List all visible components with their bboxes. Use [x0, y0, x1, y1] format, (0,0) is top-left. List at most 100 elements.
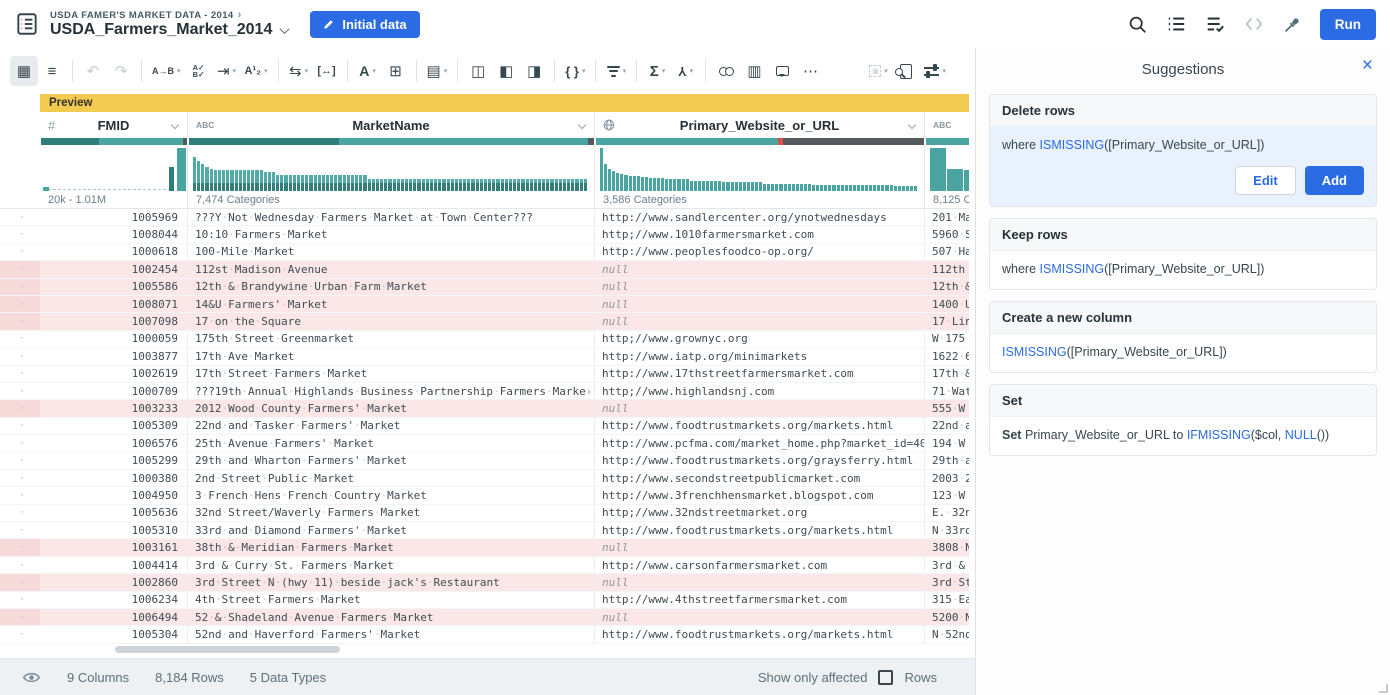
url-cell[interactable]: http://www.foodtrustmarkets.org/markets.… [595, 418, 925, 434]
split-column-button[interactable]: ⇆▾ [285, 56, 313, 86]
market-name-cell[interactable]: 12th·&·Brandywine·Urban·Farm·Market [188, 279, 595, 295]
market-name-cell[interactable]: 3rd·Street·N·(hwy·11)·beside·jack's·Rest… [188, 574, 595, 590]
market-name-cell[interactable]: 25th·Avenue·Farmers'·Market [188, 435, 595, 451]
column-header-Primary_Website_or_URL[interactable]: Primary_Website_or_URL [595, 112, 925, 138]
quality-bar[interactable] [188, 138, 595, 145]
histogram[interactable] [595, 145, 925, 192]
address-cell[interactable]: 2003·2 [925, 470, 969, 486]
union-button[interactable] [712, 56, 740, 86]
address-cell[interactable]: 507·Ha [925, 244, 969, 260]
search-icon[interactable] [1128, 15, 1147, 34]
fmid-cell[interactable]: 1004414 [40, 557, 188, 573]
url-cell[interactable]: http://www.carsonfarmersmarket.com [595, 557, 925, 573]
url-cell[interactable]: http://www.foodtrustmarkets.org/markets.… [595, 626, 925, 642]
fmid-cell[interactable]: 1002619 [40, 366, 188, 382]
recipe-list-icon[interactable] [1166, 14, 1186, 34]
redo-button[interactable]: ↷ [107, 56, 135, 86]
url-cell[interactable]: http://www.pcfma.com/market_home.php?mar… [595, 435, 925, 451]
market-name-cell[interactable]: ???19th·Annual·Highlands·Business·Partne… [188, 383, 595, 399]
fmid-cell[interactable]: 1005310 [40, 522, 188, 538]
url-cell[interactable]: null [595, 574, 925, 590]
url-cell[interactable]: http://www.foodtrustmarkets.org/markets.… [595, 522, 925, 538]
grid-view-button[interactable]: ▦ [10, 56, 38, 86]
fmid-cell[interactable]: 1006234 [40, 592, 188, 608]
fmid-cell[interactable]: 1006494 [40, 609, 188, 625]
quality-bar[interactable] [40, 138, 188, 145]
market-name-cell[interactable]: 2012·Wood·County·Farmers'·Market [188, 400, 595, 416]
market-name-cell[interactable]: 38th·&·Meridian·Farmers·Market [188, 539, 595, 555]
address-cell[interactable]: 555·W [925, 400, 969, 416]
address-cell[interactable]: 194·W [925, 435, 969, 451]
url-cell[interactable]: http://www.4thstreetfarmersmarket.com [595, 592, 925, 608]
histogram[interactable] [925, 145, 969, 192]
market-name-cell[interactable]: 10:10·Farmers·Market [188, 226, 595, 242]
fmid-cell[interactable]: 1003233 [40, 400, 188, 416]
fmid-cell[interactable]: 1008044 [40, 226, 188, 242]
address-cell[interactable]: 3rd·& [925, 557, 969, 573]
horizontal-scrollbar[interactable] [0, 644, 969, 656]
market-name-cell[interactable]: 112st·Madison·Avenue [188, 261, 595, 277]
address-cell[interactable]: 315·Ea [925, 592, 969, 608]
suggestion-card-set[interactable]: SetSet Primary_Website_or_URL to IFMISSI… [989, 384, 1377, 456]
filter-button[interactable]: ▾ [602, 56, 630, 86]
url-cell[interactable]: http://www.sandlercenter.org/ynotwednesd… [595, 209, 925, 225]
title-dropdown-icon[interactable] [280, 24, 290, 34]
fmid-cell[interactable]: 1008071 [40, 296, 188, 312]
market-name-cell[interactable]: 14&U·Farmers'·Market [188, 296, 595, 312]
breadcrumb-label[interactable]: USDA FAMER'S MARKET DATA - 2014 [50, 10, 234, 21]
address-cell[interactable]: N·33rd [925, 522, 969, 538]
url-cell[interactable]: http;//www.grownyc.org [595, 331, 925, 347]
add-button[interactable]: Add [1305, 166, 1364, 195]
market-name-cell[interactable]: 17th·Ave·Market [188, 348, 595, 364]
column-header-MarketName[interactable]: ABCMarketName [188, 112, 595, 138]
market-name-cell[interactable]: 52·&·Shadeland·Avenue·Farmers·Market [188, 609, 595, 625]
url-cell[interactable]: null [595, 296, 925, 312]
unpivot-button[interactable]: ◧ [492, 56, 520, 86]
fmid-cell[interactable]: 1005304 [40, 626, 188, 642]
fmid-cell[interactable]: 1000709 [40, 383, 188, 399]
fmid-cell[interactable]: 1005299 [40, 452, 188, 468]
code-icon[interactable] [1244, 14, 1264, 34]
address-cell[interactable]: 17th·& [925, 366, 969, 382]
quality-bar[interactable] [595, 138, 925, 145]
url-cell[interactable]: null [595, 313, 925, 329]
row-view-button[interactable]: ≡ [38, 56, 66, 86]
pivot-button[interactable]: ◫ [464, 56, 492, 86]
histogram[interactable] [188, 145, 595, 192]
suggestion-card-create-a-new-column[interactable]: Create a new columnISMISSING([Primary_We… [989, 301, 1377, 373]
url-cell[interactable]: http://www.17thstreetfarmersmarket.com [595, 366, 925, 382]
enrich-table-button[interactable]: ⊞ [382, 56, 410, 86]
market-name-cell[interactable]: 3rd·&·Curry·St.·Farmers·Market [188, 557, 595, 573]
steps-check-icon[interactable] [1205, 14, 1225, 34]
eyedropper-icon[interactable] [1283, 15, 1302, 34]
column-header-clipped[interactable]: ABC [925, 112, 969, 138]
selection-mode-button[interactable]: ▾ [864, 56, 892, 86]
fmid-cell[interactable]: 1000380 [40, 470, 188, 486]
market-name-cell[interactable]: 3·French·Hens·French·Country·Market [188, 487, 595, 503]
address-cell[interactable]: W·175 [925, 331, 969, 347]
market-name-cell[interactable]: ???Y·Not·Wednesday·Farmers·Market·at·Tow… [188, 209, 595, 225]
address-cell[interactable]: 71·Wat [925, 383, 969, 399]
group-rows-button[interactable]: ▤▾ [423, 56, 452, 86]
scrollbar-thumb[interactable] [115, 646, 340, 653]
url-cell[interactable]: http;//www.32ndstreetmarket.org [595, 505, 925, 521]
fmid-cell[interactable]: 1005969 [40, 209, 188, 225]
url-cell[interactable]: null [595, 400, 925, 416]
url-cell[interactable]: http;//www.1010farmersmarket.com [595, 226, 925, 242]
initial-data-button[interactable]: Initial data [310, 11, 419, 38]
address-cell[interactable]: 1400·U [925, 296, 969, 312]
url-cell[interactable]: http://www.peoplesfoodco-op.org/ [595, 244, 925, 260]
breadcrumb[interactable]: USDA FAMER'S MARKET DATA - 2014› [50, 9, 288, 21]
market-name-cell[interactable]: 100-Mile·Market [188, 244, 595, 260]
market-name-cell[interactable]: 175th·Street·Greenmarket [188, 331, 595, 347]
url-cell[interactable]: http://www.foodtrustmarkets.org/graysfer… [595, 452, 925, 468]
address-cell[interactable]: 201·Ma [925, 209, 969, 225]
url-cell[interactable]: null [595, 261, 925, 277]
market-name-cell[interactable]: 4th·Street·Farmers·Market [188, 592, 595, 608]
rows-checkbox[interactable] [878, 670, 893, 685]
fmid-cell[interactable]: 1002454 [40, 261, 188, 277]
fmid-cell[interactable]: 1004950 [40, 487, 188, 503]
suggestion-card-delete-rows[interactable]: Delete rowswhere ISMISSING([Primary_Webs… [989, 94, 1377, 207]
settings-sliders-button[interactable]: ▾ [920, 56, 950, 86]
url-cell[interactable]: http://www.iatp.org/minimarkets [595, 348, 925, 364]
